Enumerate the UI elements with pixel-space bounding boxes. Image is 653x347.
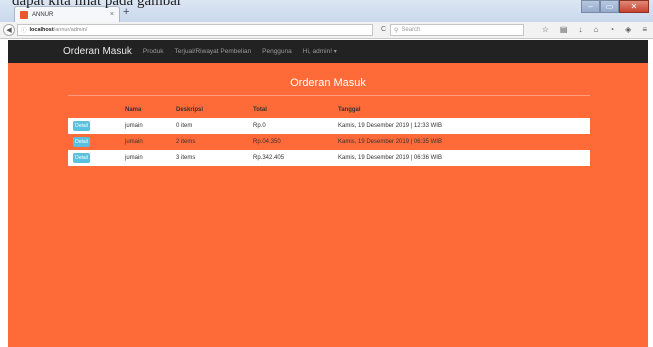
clipboard-icon[interactable]: ▤ — [560, 25, 568, 34]
url-text: localhost/annur/admin/ — [30, 27, 88, 33]
cell-tanggal: Kamis, 19 Desember 2019 | 12:33 WIB — [338, 123, 442, 129]
browser-tools: ☆ ▤ ↓ ⌂ ◔ ◈ ≡ — [542, 25, 647, 34]
nav-terjual-riwayat[interactable]: Terjual/Riwayat Pembelian — [175, 48, 252, 55]
info-icon: ⓘ — [21, 28, 27, 34]
close-window-button[interactable]: ✕ — [619, 0, 649, 13]
cell-total: Rp.0 — [253, 123, 266, 129]
cell-nama: jumain — [125, 123, 143, 129]
shield-icon[interactable]: ◈ — [625, 25, 631, 34]
cell-deskripsi: 3 items — [176, 155, 196, 161]
search-placeholder: Search — [401, 27, 421, 33]
back-button[interactable]: ◀ — [3, 24, 15, 36]
detail-button[interactable]: Detail — [73, 121, 90, 131]
table-row: Detail jumain 3 items Rp.342.405 Kamis, … — [68, 150, 590, 166]
browser-tab[interactable]: ANNUR × — [14, 6, 120, 22]
cell-tanggal: Kamis, 19 Desember 2019 | 06:35 WIB — [338, 139, 442, 145]
column-nama: Nama — [125, 107, 142, 113]
table-header: Nama Deskripsi Total Tanggal — [68, 104, 590, 116]
caption-text: dapat kita lihat pada gambar — [12, 0, 182, 8]
column-deskripsi: Deskripsi — [176, 107, 204, 113]
maximize-button[interactable]: ▭ — [600, 0, 619, 13]
table-row: Detail jumain 2 items Rp.04.350 Kamis, 1… — [68, 134, 590, 150]
reload-icon[interactable]: C — [381, 26, 386, 33]
home-icon[interactable]: ⌂ — [593, 25, 598, 34]
detail-button[interactable]: Detail — [73, 137, 90, 147]
detail-button[interactable]: Detail — [73, 153, 90, 163]
cell-total: Rp.342.405 — [253, 155, 285, 161]
tab-close-icon[interactable]: × — [110, 11, 119, 18]
window-controls: – ▭ ✕ — [581, 0, 649, 13]
browser-toolbar: ◀ ⓘ localhost/annur/admin/ C ⚲ Search ☆ … — [0, 22, 653, 39]
search-icon: ⚲ — [394, 27, 399, 34]
page-title: Orderan Masuk — [290, 77, 366, 89]
star-icon[interactable]: ☆ — [542, 25, 549, 34]
cell-deskripsi: 0 item — [176, 123, 193, 129]
cell-nama: jumain — [125, 155, 143, 161]
url-path: /annur/admin/ — [53, 27, 88, 33]
column-total: Total — [253, 107, 267, 113]
cell-total: Rp.04.350 — [253, 139, 281, 145]
pocket-icon[interactable]: ◔ — [609, 25, 614, 34]
download-icon[interactable]: ↓ — [578, 25, 582, 34]
minimize-button[interactable]: – — [581, 0, 600, 13]
tab-title: ANNUR — [32, 11, 54, 18]
cell-nama: jumain — [125, 139, 143, 145]
brand-link[interactable]: Orderan Masuk — [63, 46, 132, 57]
cell-tanggal: Kamis, 19 Desember 2019 | 06:36 WIB — [338, 155, 442, 161]
nav-pengguna[interactable]: Pengguna — [262, 48, 292, 55]
search-input[interactable]: ⚲ Search — [390, 24, 524, 36]
url-host: localhost — [29, 27, 54, 33]
menu-icon[interactable]: ≡ — [642, 25, 647, 34]
app-navbar: Orderan Masuk Produk Terjual/Riwayat Pem… — [8, 40, 648, 63]
nav-user-dropdown[interactable]: Hi, admin! — [303, 48, 337, 55]
page-content: Orderan Masuk Produk Terjual/Riwayat Pem… — [8, 40, 648, 347]
column-tanggal: Tanggal — [338, 107, 361, 113]
table-row: Detail jumain 0 item Rp.0 Kamis, 19 Dese… — [68, 118, 590, 134]
favicon-icon — [20, 10, 28, 19]
address-bar[interactable]: ⓘ localhost/annur/admin/ — [17, 24, 373, 36]
nav-produk[interactable]: Produk — [143, 48, 164, 55]
divider — [68, 95, 590, 96]
cell-deskripsi: 2 items — [176, 139, 196, 145]
